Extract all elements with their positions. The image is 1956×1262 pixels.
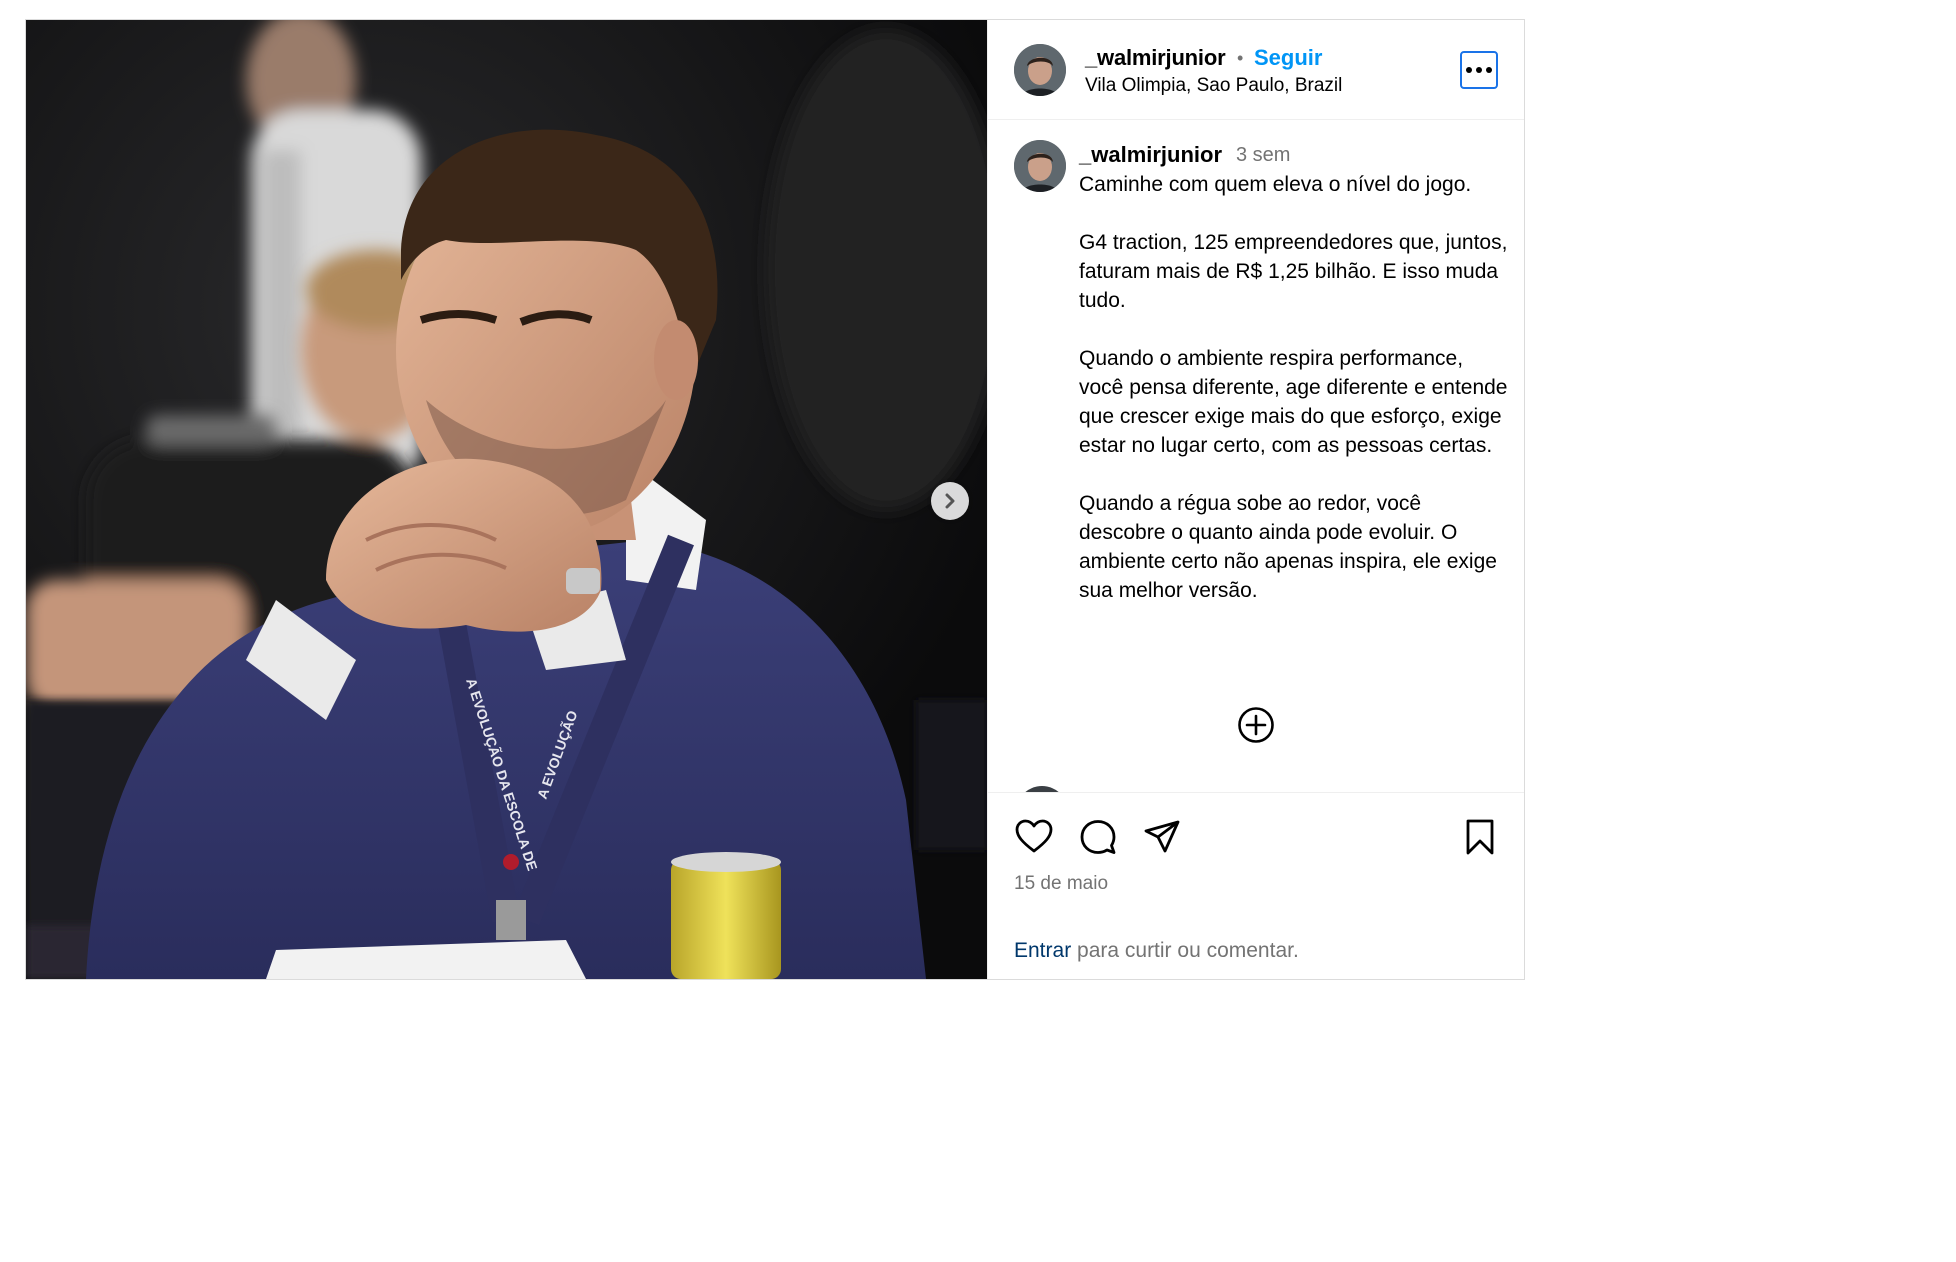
- caption-timestamp[interactable]: 3 sem: [1236, 144, 1290, 167]
- post-header: _walmirjunior • Seguir Vila Olimpia, Sao…: [988, 20, 1524, 120]
- comments-section: _walmirjunior 3 sem Caminhe com quem ele…: [988, 120, 1524, 792]
- post-location[interactable]: Vila Olimpia, Sao Paulo, Brazil: [1085, 75, 1342, 97]
- share-button[interactable]: [1142, 817, 1182, 857]
- follow-button[interactable]: Seguir: [1254, 45, 1322, 71]
- post-date[interactable]: 15 de maio: [1014, 873, 1108, 895]
- instagram-post: A EVOLUÇÃO DA ESCOLA DE A EVOLUÇÃO _walm…: [25, 19, 1525, 980]
- avatar-image: [1014, 140, 1066, 192]
- caption-paragraph: G4 traction, 125 empreendedores que, jun…: [1079, 231, 1508, 312]
- save-button[interactable]: [1460, 817, 1500, 857]
- plus-circle-icon: [1238, 707, 1274, 743]
- avatar-image: [1014, 44, 1066, 96]
- bookmark-icon: [1466, 819, 1494, 855]
- heart-icon: [1015, 819, 1053, 853]
- login-prompt: Entrar para curtir ou comentar.: [1014, 939, 1299, 963]
- caption-username[interactable]: _walmirjunior: [1079, 142, 1222, 168]
- comment-button[interactable]: [1078, 817, 1118, 857]
- send-icon: [1144, 820, 1180, 853]
- more-options-icon: [1466, 67, 1492, 73]
- caption-avatar[interactable]: [1014, 140, 1066, 192]
- chevron-right-icon: [945, 493, 955, 509]
- post-photo[interactable]: A EVOLUÇÃO DA ESCOLA DE A EVOLUÇÃO: [26, 20, 987, 979]
- login-prompt-text: para curtir ou comentar.: [1071, 939, 1299, 962]
- caption-paragraph: Quando a régua sobe ao redor, você desco…: [1079, 492, 1497, 602]
- load-more-comments-button[interactable]: [1237, 706, 1275, 744]
- next-photo-button[interactable]: [931, 482, 969, 520]
- comment-icon: [1080, 820, 1116, 854]
- more-options-button[interactable]: [1460, 51, 1498, 89]
- post-photo-image: A EVOLUÇÃO DA ESCOLA DE A EVOLUÇÃO: [26, 20, 987, 979]
- author-username[interactable]: _walmirjunior: [1085, 45, 1226, 71]
- post-caption: Caminhe com quem eleva o nível do jogo. …: [1079, 170, 1509, 634]
- author-avatar[interactable]: [1014, 44, 1066, 96]
- caption-paragraph: Caminhe com quem eleva o nível do jogo.: [1079, 173, 1472, 196]
- like-button[interactable]: [1014, 817, 1054, 857]
- caption-paragraph: Quando o ambiente respira performance, v…: [1079, 347, 1508, 457]
- separator-dot: •: [1237, 48, 1244, 68]
- post-actions: 15 de maio Entrar para curtir ou comenta…: [988, 792, 1524, 979]
- login-link[interactable]: Entrar: [1014, 939, 1071, 962]
- post-sidebar: _walmirjunior • Seguir Vila Olimpia, Sao…: [987, 20, 1524, 979]
